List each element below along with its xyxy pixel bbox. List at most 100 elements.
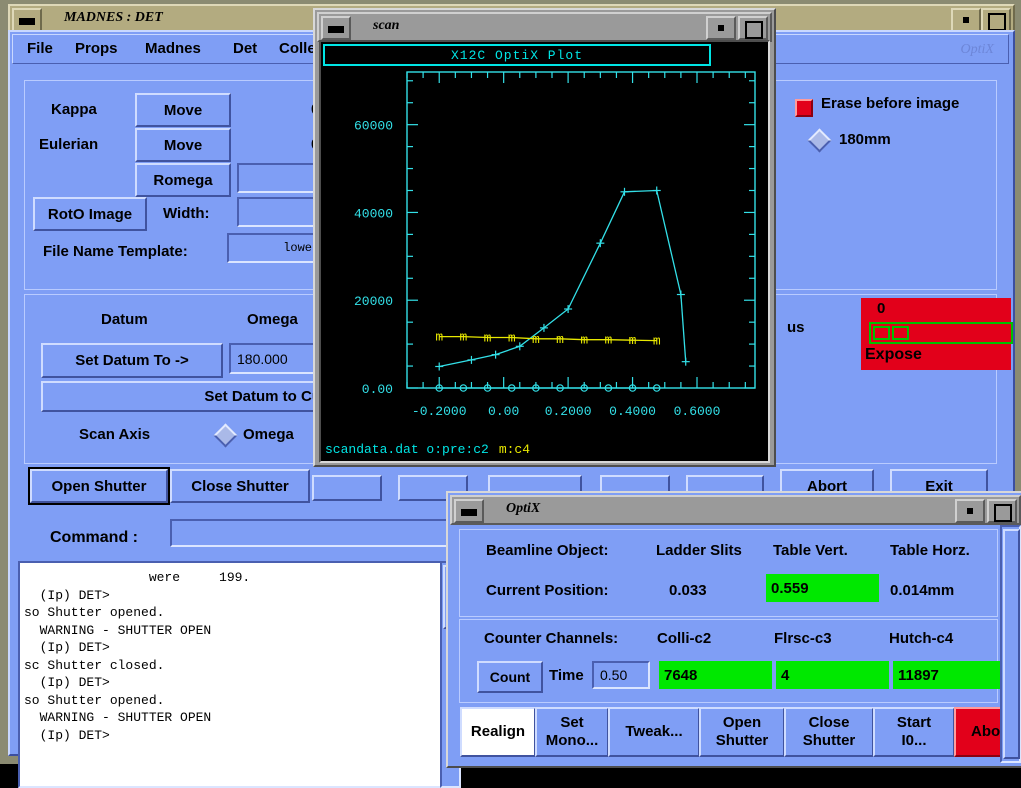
close-shutter-label: Close (808, 714, 850, 731)
tweak-button[interactable]: Tweak... (608, 707, 700, 757)
shade-button[interactable] (951, 8, 981, 32)
optix-scroll-thumb[interactable] (1003, 529, 1020, 759)
position-table-vert: 0.559 (766, 574, 879, 602)
set-mono-button[interactable]: Set Mono... (535, 707, 609, 757)
open-shutter-button[interactable]: Open Shutter (30, 469, 168, 503)
desktop-root: MADNES : DET File Props Madnes Det Colle… (0, 0, 1021, 788)
width-field[interactable] (237, 197, 319, 227)
svg-text:m: m (604, 333, 612, 348)
beamline-col-tablehorz: Table Horz. (890, 542, 970, 559)
minimize-button[interactable] (12, 8, 42, 32)
expose-progress-segment (873, 326, 890, 340)
obscured-button-1[interactable] (312, 475, 382, 501)
scan-maximize-button[interactable] (738, 16, 768, 40)
madnes-title: MADNES : DET (64, 10, 163, 25)
position-table-horz: 0.014mm (890, 582, 955, 599)
counter-col-hutch: Hutch-c4 (889, 630, 954, 647)
optix-shade-button[interactable] (955, 499, 985, 523)
minimize-icon (328, 26, 344, 33)
romega-button[interactable]: Romega (135, 163, 231, 197)
erase-before-image-label: Erase before image (821, 95, 960, 112)
set-datum-to-current-button[interactable]: Set Datum to Curre (41, 381, 347, 412)
minimize-icon (19, 18, 35, 25)
optix-scrollbar[interactable] (1000, 525, 1021, 763)
scan-axis-omega-label: Omega (243, 426, 294, 443)
counter-value-flrsc: 4 (776, 661, 889, 689)
maximize-icon (988, 13, 1006, 31)
beamline-panel: Beamline Object: Ladder Slits Table Vert… (459, 529, 998, 617)
svg-text:m: m (532, 332, 540, 347)
size-180mm-radio[interactable] (807, 128, 832, 153)
dot-icon (718, 25, 724, 31)
set-mono-label: Mono... (545, 732, 599, 749)
kappa-move-button[interactable]: Move (135, 93, 231, 127)
svg-text:m: m (508, 331, 516, 346)
beamline-col-ladder: Ladder Slits (656, 542, 742, 559)
open-shutter-label: Open (722, 714, 762, 731)
count-time-label: Time (549, 667, 584, 684)
menu-props[interactable]: Props (75, 40, 118, 57)
svg-text:m: m (556, 332, 564, 347)
scan-window: scan X12C OptiX Plot -0.2000 0.00 0.2000 0.… (313, 8, 776, 467)
current-position-label: Current Position: (486, 582, 609, 599)
plot-status-line: scandata.dat o:pre:c2 m:c4 (325, 442, 530, 457)
count-button[interactable]: Count (477, 661, 543, 693)
scan-shade-button[interactable] (706, 16, 736, 40)
svg-text:60000: 60000 (354, 119, 393, 134)
expose-indicator[interactable]: 0 Expose (861, 298, 1013, 370)
svg-text:m: m (435, 330, 443, 345)
eulerian-move-button[interactable]: Move (135, 128, 231, 162)
datum-header: Datum (101, 311, 148, 328)
maximize-icon (745, 21, 763, 39)
optix-titlebar[interactable]: OptiX (450, 495, 1021, 525)
status-fragment-label: us (787, 319, 805, 336)
menu-det[interactable]: Det (233, 40, 257, 57)
counter-col-flrsc: Flrsc-c3 (774, 630, 832, 647)
svg-text:20000: 20000 (354, 294, 393, 309)
maximize-icon (994, 504, 1012, 522)
file-name-template-label: File Name Template: (43, 243, 188, 260)
close-shutter-label: Shutter (802, 732, 856, 749)
position-ladder-slits: 0.033 (669, 582, 707, 599)
svg-text:m: m (653, 334, 661, 349)
open-shutter-button[interactable]: Open Shutter (699, 707, 785, 757)
menu-file[interactable]: File (27, 40, 53, 57)
scan-axis-omega-radio[interactable] (213, 423, 238, 448)
svg-text:40000: 40000 (354, 206, 393, 221)
minimize-icon (461, 509, 477, 516)
scan-plot-svg: -0.2000 0.00 0.2000 0.4000 0.6000 0.00 20000 40… (354, 71, 756, 419)
start-i0-button[interactable]: Start I0... (873, 707, 955, 757)
width-label: Width: (163, 205, 210, 222)
command-label: Command : (50, 529, 138, 546)
optix-title: OptiX (506, 501, 541, 516)
start-i0-label: Start (896, 714, 932, 731)
erase-before-image-checkbox[interactable] (795, 99, 813, 117)
optix-brand-label: OptiX (960, 42, 994, 57)
optix-minimize-button[interactable] (454, 499, 484, 523)
scan-minimize-button[interactable] (321, 16, 351, 40)
count-time-input[interactable]: 0.50 (592, 661, 650, 689)
plot-canvas: X12C OptiX Plot -0.2000 0.00 0.2000 0.4000 0… (319, 40, 770, 463)
expose-count: 0 (877, 300, 886, 317)
realign-button[interactable]: Realign (460, 707, 536, 757)
terminal-output: were 199. (Ip) DET> so Shutter opened. W… (18, 561, 444, 788)
expose-progress-bar (869, 322, 1013, 344)
close-shutter-button[interactable]: Close Shutter (170, 469, 310, 503)
expose-progress-segment (892, 326, 909, 340)
size-180mm-label: 180mm (839, 131, 891, 148)
svg-text:m: m (629, 333, 637, 348)
svg-text:0.6000: 0.6000 (674, 404, 721, 419)
plot-status-file: scandata.dat o:pre:c2 (325, 442, 489, 457)
scan-titlebar[interactable]: scan (317, 12, 772, 42)
svg-text:0.00: 0.00 (362, 382, 393, 397)
omega-header: Omega (247, 311, 298, 328)
maximize-button[interactable] (981, 8, 1011, 32)
dot-icon (963, 17, 969, 23)
romega-field[interactable] (237, 163, 319, 193)
menu-madnes[interactable]: Madnes (145, 40, 201, 57)
expose-label: Expose (865, 346, 922, 363)
set-datum-to-button[interactable]: Set Datum To -> (41, 343, 223, 378)
close-shutter-button[interactable]: Close Shutter (784, 707, 874, 757)
optix-maximize-button[interactable] (987, 499, 1017, 523)
roto-image-button[interactable]: RotO Image (33, 197, 147, 231)
